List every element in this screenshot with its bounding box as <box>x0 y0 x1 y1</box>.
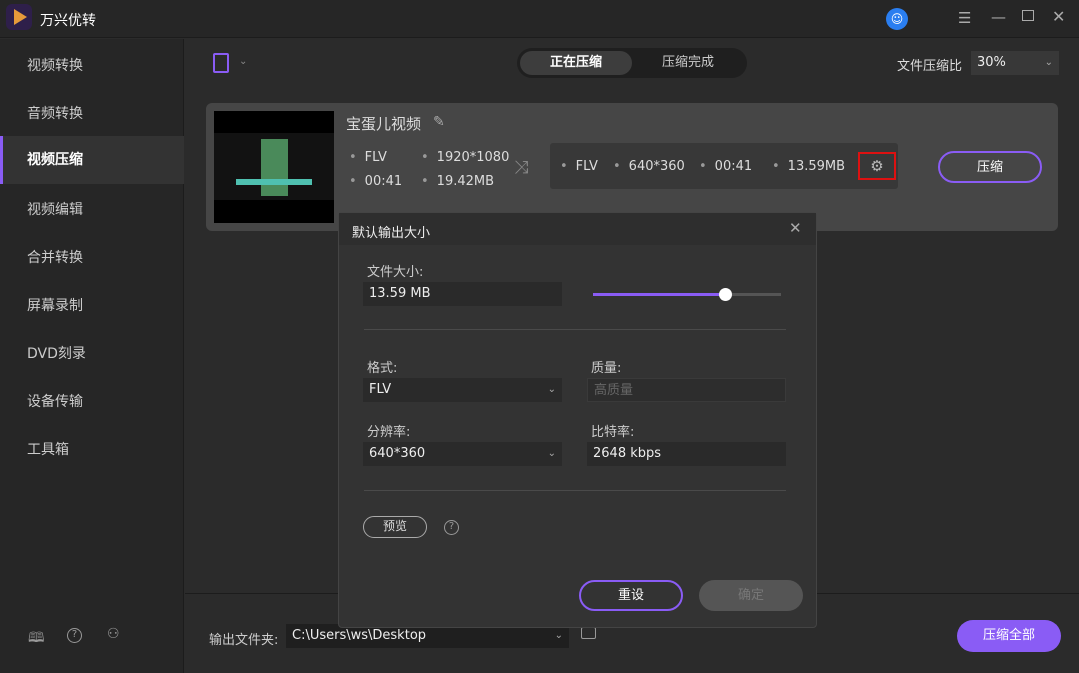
resolution-select[interactable]: 640*360 ⌄ <box>363 442 562 466</box>
sidebar-item-video-edit[interactable]: 视频编辑 <box>0 186 184 234</box>
reset-button[interactable]: 重设 <box>579 580 683 611</box>
ok-button[interactable]: 确定 <box>699 580 803 611</box>
output-size-dialog: 默认输出大小 ✕ 文件大小: 13.59 MB 格式: FLV ⌄ 质量: 高质量… <box>338 212 817 628</box>
output-settings: FLV 640*360 00:41 13.59MB ⚙ <box>550 143 898 189</box>
slider-handle[interactable] <box>719 288 732 301</box>
compress-all-button[interactable]: 压缩全部 <box>957 620 1061 652</box>
ratio-value: 30% <box>977 55 1006 70</box>
tab-compressing[interactable]: 正在压缩 <box>520 51 632 75</box>
quality-select: 高质量 <box>587 378 786 402</box>
format-select[interactable]: FLV ⌄ <box>363 378 562 402</box>
gear-icon[interactable]: ⚙ <box>858 152 896 180</box>
users-icon[interactable]: ⚇ <box>107 626 120 642</box>
shuffle-icon: ⤨ <box>514 157 528 178</box>
sidebar-item-toolbox[interactable]: 工具箱 <box>0 426 184 474</box>
app-title: 万兴优转 <box>40 10 96 30</box>
minimize-icon[interactable]: — <box>991 8 1006 26</box>
chevron-down-icon: ⌄ <box>548 442 556 466</box>
chevron-down-icon: ⌄ <box>1045 51 1053 75</box>
help-icon[interactable]: ? <box>67 628 82 643</box>
close-icon[interactable]: ✕ <box>789 219 802 237</box>
ratio-label: 文件压缩比 <box>897 55 962 74</box>
format-label: 格式: <box>367 357 397 376</box>
source-format: FLV <box>349 150 387 165</box>
quality-label: 质量: <box>591 357 621 376</box>
ratio-select[interactable]: 30% ⌄ <box>971 51 1059 75</box>
title-bar: 万兴优转 ☺ ☰ — ✕ <box>0 0 1079 38</box>
bitrate-label: 比特率: <box>591 421 634 440</box>
preview-button[interactable]: 预览 <box>363 516 427 538</box>
source-resolution: 1920*1080 <box>421 150 509 165</box>
close-icon[interactable]: ✕ <box>1052 7 1065 26</box>
sidebar-item-video-convert[interactable]: 视频转换 <box>0 42 184 90</box>
folder-icon[interactable] <box>581 627 596 639</box>
book-icon[interactable]: 🕮 <box>28 627 45 651</box>
video-thumbnail[interactable] <box>214 111 334 223</box>
output-path: C:\Users\ws\Desktop <box>292 628 426 643</box>
format-value: FLV <box>369 382 391 397</box>
maximize-icon[interactable] <box>1022 10 1034 21</box>
size-input[interactable]: 13.59 MB <box>363 282 562 306</box>
user-icon[interactable]: ☺ <box>886 8 908 30</box>
add-file-icon[interactable] <box>213 53 229 73</box>
sidebar-item-merge[interactable]: 合并转换 <box>0 234 184 282</box>
tab-completed[interactable]: 压缩完成 <box>632 51 744 75</box>
app-logo <box>6 4 32 30</box>
output-resolution: 640*360 <box>613 159 685 174</box>
resolution-label: 分辨率: <box>367 421 410 440</box>
file-name: 宝蛋儿视频 <box>346 113 421 134</box>
source-duration: 00:41 <box>349 174 402 189</box>
source-size: 19.42MB <box>421 174 494 189</box>
sidebar-item-audio-convert[interactable]: 音频转换 <box>0 90 184 138</box>
sidebar-item-device-transfer[interactable]: 设备传输 <box>0 378 184 426</box>
output-size: 13.59MB <box>772 159 845 174</box>
output-duration: 00:41 <box>699 159 752 174</box>
size-slider[interactable] <box>593 293 781 296</box>
sidebar: 视频转换 音频转换 视频压缩 视频编辑 合并转换 屏幕录制 DVD刻录 设备传输… <box>0 39 184 673</box>
resolution-value: 640*360 <box>369 446 425 461</box>
sidebar-item-screen-record[interactable]: 屏幕录制 <box>0 282 184 330</box>
status-tabs: 正在压缩 压缩完成 <box>517 48 747 78</box>
menu-icon[interactable]: ☰ <box>958 9 971 27</box>
dialog-title: 默认输出大小 <box>352 222 430 241</box>
output-format: FLV <box>560 159 598 174</box>
compress-button[interactable]: 压缩 <box>938 151 1042 183</box>
chevron-down-icon: ⌄ <box>548 378 556 402</box>
chevron-down-icon[interactable]: ⌄ <box>239 56 247 67</box>
help-icon[interactable]: ? <box>444 520 459 535</box>
edit-icon[interactable]: ✎ <box>433 114 445 130</box>
sidebar-item-video-compress[interactable]: 视频压缩 <box>0 136 184 184</box>
size-label: 文件大小: <box>367 261 423 280</box>
sidebar-item-dvd[interactable]: DVD刻录 <box>0 330 184 378</box>
output-folder-label: 输出文件夹: <box>209 629 278 648</box>
bitrate-input[interactable]: 2648 kbps <box>587 442 786 466</box>
